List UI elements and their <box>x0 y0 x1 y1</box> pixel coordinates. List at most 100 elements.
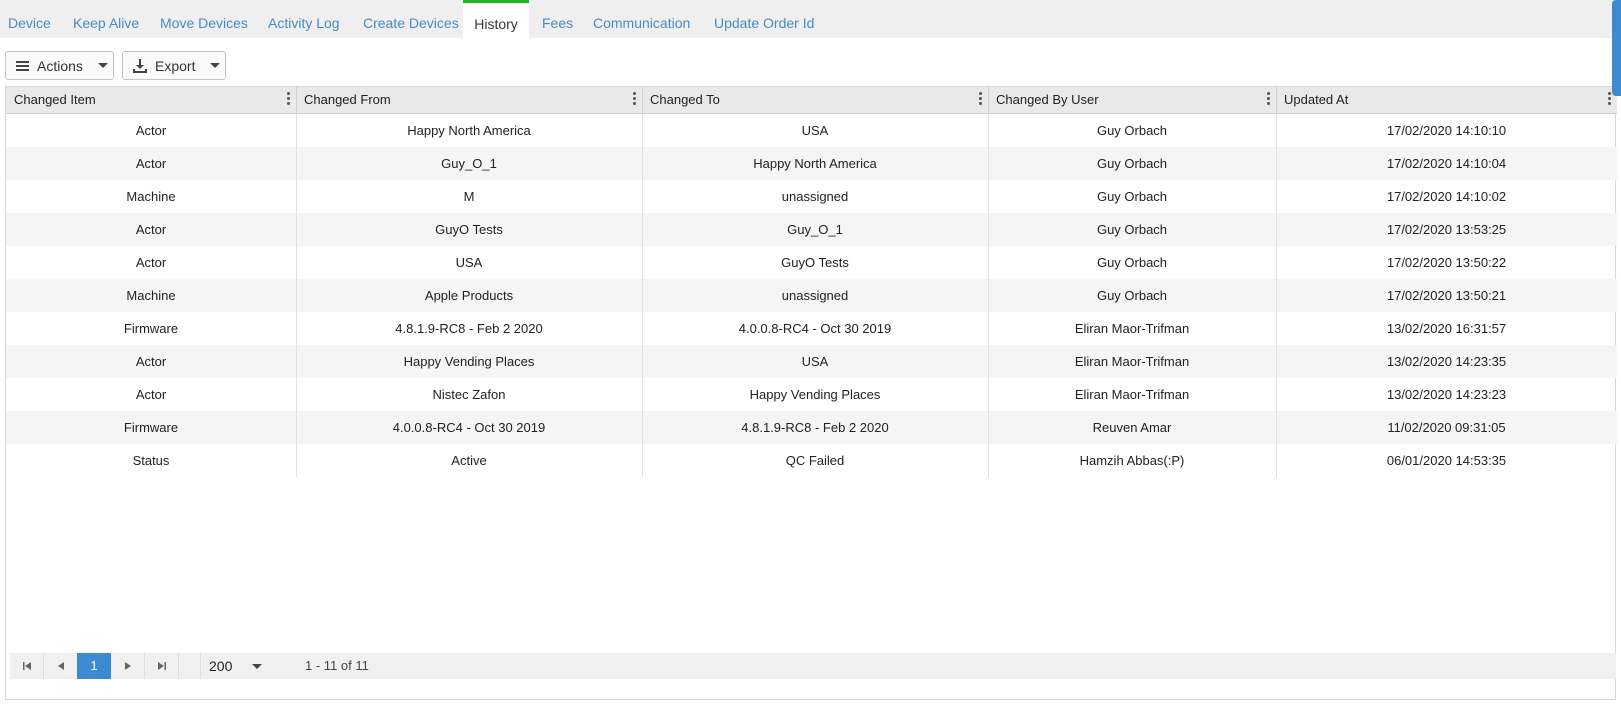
table-row[interactable]: Firmware 4.0.0.8-RC4 - Oct 30 2019 4.8.1.9… <box>6 411 1617 444</box>
cell-changed-by-user: Eliran Maor-Trifman <box>1074 354 1190 369</box>
cell-changed-item: Machine <box>126 189 176 204</box>
cell-changed-from: Nistec Zafon <box>432 387 506 402</box>
cell-updated-at: 17/02/2020 13:50:22 <box>1386 255 1507 270</box>
table-row[interactable]: Status Active QC Failed Hamzih Abbas(:P) 06/… <box>6 444 1617 477</box>
cell-changed-by-user: Guy Orbach <box>1096 255 1168 270</box>
cell-updated-at: 17/02/2020 14:10:10 <box>1386 123 1507 138</box>
column-menu-icon[interactable] <box>1607 91 1611 107</box>
tab-create-devices[interactable]: Create Devices <box>363 0 459 38</box>
column-menu-icon[interactable] <box>978 91 982 107</box>
tab-communication[interactable]: Communication <box>593 0 690 38</box>
cell-changed-from: 4.0.0.8-RC4 - Oct 30 2019 <box>392 420 546 435</box>
tab-fees[interactable]: Fees <box>542 0 573 38</box>
cell-changed-from: Happy Vending Places <box>403 354 535 369</box>
cell-changed-item: Status <box>132 453 170 468</box>
cell-updated-at: 13/02/2020 16:31:57 <box>1386 321 1507 336</box>
header-updated-at[interactable]: Updated At <box>1276 87 1617 114</box>
table-row[interactable]: Machine Apple Products unassigned Guy Orbac… <box>6 279 1617 312</box>
table-row[interactable]: Actor Nistec Zafon Happy Vending Places Eli… <box>6 378 1617 411</box>
prev-page-button[interactable] <box>44 653 78 679</box>
table-row[interactable]: Actor Happy Vending Places USA Eliran Maor-… <box>6 345 1617 378</box>
history-grid: Changed Item Changed From Changed To Cha… <box>5 86 1617 700</box>
table-row[interactable]: Machine Munassigned Guy Orbach 17/02/2020 1… <box>6 180 1617 213</box>
table-row[interactable]: Actor Guy_O_1 Happy North America Guy Orbac… <box>6 147 1617 180</box>
grid-header: Changed Item Changed From Changed To Cha… <box>6 86 1617 114</box>
cell-changed-from: USA <box>455 255 483 270</box>
cell-changed-from: Apple Products <box>424 288 514 303</box>
table-row[interactable]: Firmware 4.8.1.9-RC8 - Feb 2 2020 4.0.0.8-… <box>6 312 1617 345</box>
tab-activity-log[interactable]: Activity Log <box>268 0 340 38</box>
cell-changed-from: Happy North America <box>407 123 531 138</box>
tab-history[interactable]: History <box>463 0 529 38</box>
cell-updated-at: 17/02/2020 13:53:25 <box>1386 222 1507 237</box>
header-label: Changed To <box>650 92 720 107</box>
table-row[interactable]: Actor USA GuyO Tests Guy Orbach 17/02/2020 1… <box>6 246 1617 279</box>
cell-changed-item: Actor <box>135 123 167 138</box>
page-size-value: 200 <box>209 658 233 674</box>
first-page-button[interactable] <box>10 653 44 679</box>
column-menu-icon[interactable] <box>1266 91 1270 107</box>
cell-changed-item: Firmware <box>123 420 179 435</box>
header-label: Changed By User <box>996 92 1099 107</box>
chevron-down-icon <box>98 63 108 68</box>
tab-device[interactable]: Device <box>8 0 51 38</box>
cell-changed-from: 4.8.1.9-RC8 - Feb 2 2020 <box>395 321 543 336</box>
cell-changed-from: Active <box>451 453 487 468</box>
cell-changed-to: GuyO Tests <box>781 255 849 270</box>
tab-update-order-id[interactable]: Update Order Id <box>714 0 814 38</box>
cell-changed-to: Guy_O_1 <box>787 222 843 237</box>
page-number-current[interactable]: 1 <box>77 653 111 679</box>
cell-updated-at: 17/02/2020 14:10:02 <box>1386 189 1507 204</box>
column-menu-icon[interactable] <box>632 91 636 107</box>
chevron-down-icon <box>252 664 262 669</box>
cell-changed-by-user: Guy Orbach <box>1096 288 1168 303</box>
column-divider <box>988 114 989 477</box>
pager: 1 200 1 - 11 of 11 <box>10 653 1616 679</box>
menu-icon <box>16 59 30 73</box>
cell-changed-to: 4.0.0.8-RC4 - Oct 30 2019 <box>738 321 892 336</box>
cell-changed-by-user: Reuven Amar <box>1092 420 1172 435</box>
cell-changed-item: Machine <box>126 288 176 303</box>
cell-changed-item: Actor <box>135 156 167 171</box>
tab-move-devices[interactable]: Move Devices <box>160 0 248 38</box>
actions-button[interactable]: Actions <box>5 51 114 80</box>
cell-changed-from: Guy_O_1 <box>441 156 497 171</box>
last-page-button[interactable] <box>145 653 179 679</box>
export-button[interactable]: Export <box>122 51 226 80</box>
cell-changed-by-user: Guy Orbach <box>1096 156 1168 171</box>
cell-changed-by-user: Hamzih Abbas(:P) <box>1079 453 1185 468</box>
header-changed-to[interactable]: Changed To <box>642 87 988 114</box>
cell-updated-at: 13/02/2020 14:23:23 <box>1386 387 1507 402</box>
column-menu-icon[interactable] <box>286 91 290 107</box>
cell-updated-at: 11/02/2020 09:31:05 <box>1387 420 1506 435</box>
prev-page-icon <box>58 662 64 670</box>
cell-changed-item: Actor <box>135 354 167 369</box>
cell-changed-to: Happy North America <box>753 156 877 171</box>
cell-changed-to: 4.8.1.9-RC8 - Feb 2 2020 <box>741 420 889 435</box>
cell-changed-from: M <box>463 189 475 204</box>
cell-changed-item: Actor <box>135 387 167 402</box>
cell-changed-by-user: Guy Orbach <box>1096 189 1168 204</box>
download-icon <box>133 59 147 73</box>
header-changed-from[interactable]: Changed From <box>296 87 642 114</box>
header-changed-item[interactable]: Changed Item <box>6 87 296 114</box>
cell-changed-by-user: Guy Orbach <box>1096 123 1168 138</box>
page-size-select[interactable]: 200 <box>200 653 268 679</box>
tab-keep-alive[interactable]: Keep Alive <box>73 0 139 38</box>
next-page-button[interactable] <box>111 653 145 679</box>
table-row[interactable]: Actor Happy North America USA Guy Orbach 17/… <box>6 114 1617 147</box>
cell-changed-by-user: Eliran Maor-Trifman <box>1074 321 1190 336</box>
cell-changed-from: GuyO Tests <box>435 222 503 237</box>
table-row[interactable]: Actor GuyO Tests Guy_O_1 Guy Orbach 17/02/20… <box>6 213 1617 246</box>
cell-changed-to: USA <box>801 123 829 138</box>
cell-changed-by-user: Eliran Maor-Trifman <box>1074 387 1190 402</box>
column-divider <box>642 114 643 477</box>
header-changed-by-user[interactable]: Changed By User <box>988 87 1276 114</box>
tab-bar: Device Keep Alive Move Devices Activity … <box>0 0 1621 38</box>
scrollbar[interactable] <box>1612 0 1621 96</box>
header-label: Updated At <box>1284 92 1349 107</box>
cell-changed-by-user: Guy Orbach <box>1096 222 1168 237</box>
cell-changed-item: Actor <box>135 255 167 270</box>
chevron-down-icon <box>210 63 220 68</box>
cell-updated-at: 17/02/2020 14:10:04 <box>1386 156 1507 171</box>
